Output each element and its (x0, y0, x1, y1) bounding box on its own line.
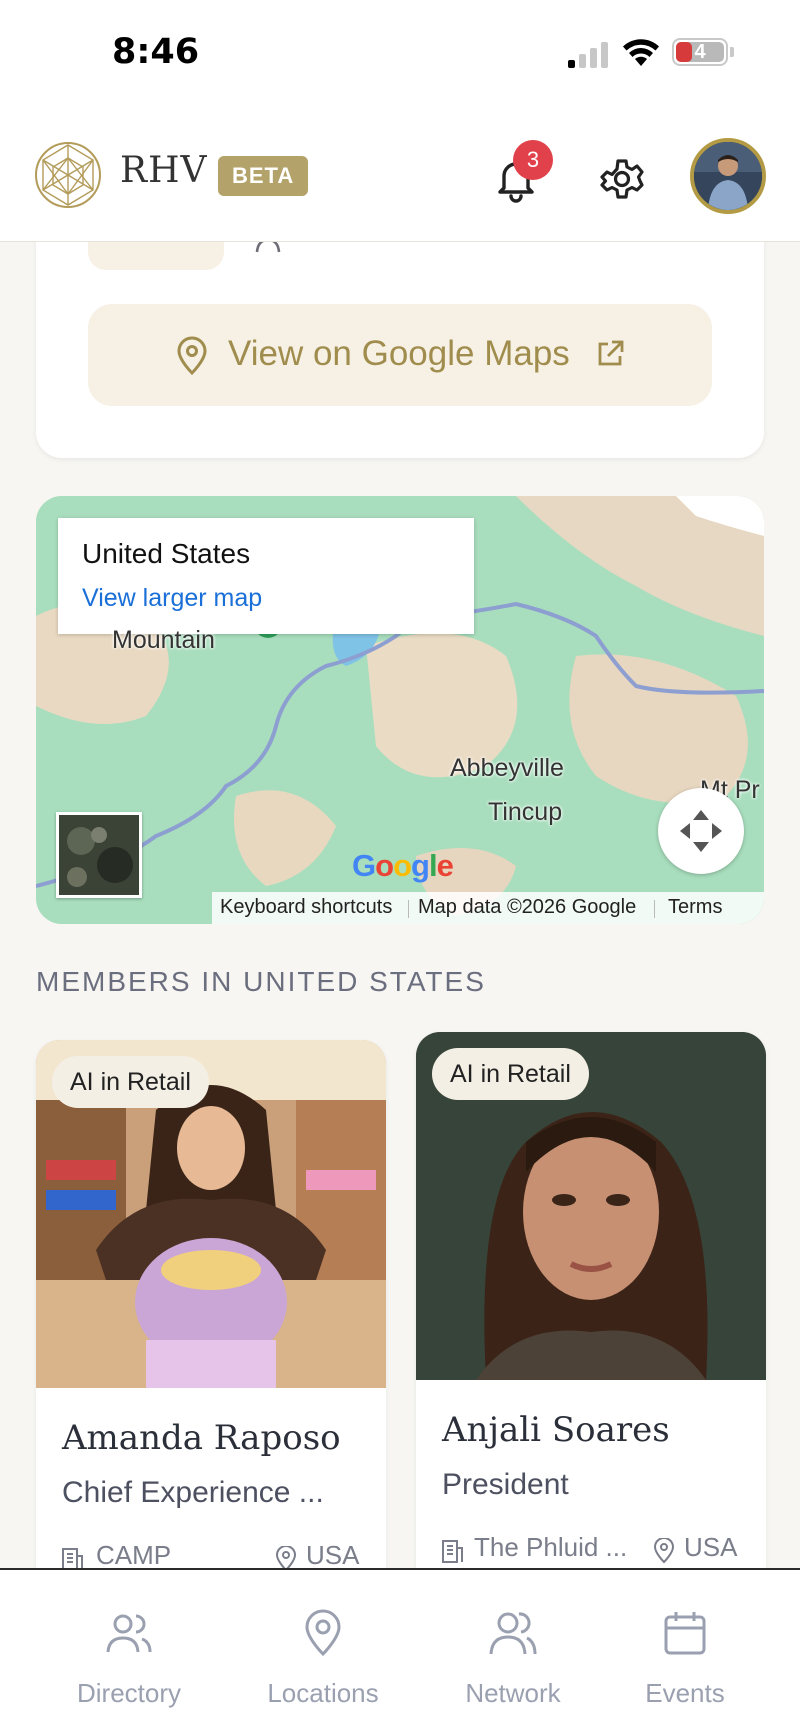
map-info-title: United States (82, 538, 251, 569)
notification-count-badge: 3 (513, 140, 553, 180)
status-time: 8:46 (112, 32, 200, 72)
brand-name: RHV (120, 150, 208, 191)
cellular-signal-icon (568, 42, 608, 68)
google-logo: Google (352, 848, 454, 883)
users-icon (106, 1614, 152, 1653)
nav-directory[interactable]: Directory (34, 1570, 224, 1732)
network-icon (489, 1612, 537, 1655)
member-title: Chief Experience ... (62, 1476, 324, 1509)
nav-label: Directory (76, 1678, 181, 1708)
external-link-icon (598, 340, 624, 366)
map-fullscreen-button[interactable] (658, 788, 744, 874)
user-avatar[interactable] (690, 138, 766, 214)
embedded-map[interactable]: United States View larger map Mountain A… (36, 496, 764, 924)
beta-badge: BETA (218, 156, 309, 196)
members-section-title: MEMBERS IN UNITED STATES (36, 966, 486, 997)
member-country: USA (306, 1540, 360, 1570)
nav-label: Network (465, 1678, 561, 1708)
member-title: President (442, 1468, 569, 1501)
member-name: Anjali Soares (442, 1410, 670, 1450)
battery-icon: 4 (672, 38, 728, 66)
map-attribution-bar: Keyboard shortcuts Map data ©2026 Google… (212, 892, 764, 924)
member-photo: AI in Retail (416, 1032, 766, 1380)
rhv-logo-icon[interactable] (33, 140, 103, 210)
member-country: USA (684, 1532, 738, 1562)
nav-network[interactable]: Network (418, 1570, 608, 1732)
fullscreen-arrows-icon (680, 810, 722, 852)
member-company: CAMP (96, 1540, 172, 1570)
wifi-icon (623, 39, 659, 66)
map-pin-icon (177, 336, 207, 376)
maps-button-label: View on Google Maps (228, 334, 570, 373)
member-company: The Phluid ... (474, 1532, 628, 1562)
nav-events[interactable]: Events (590, 1570, 780, 1732)
keyboard-shortcuts-link[interactable]: Keyboard shortcuts (220, 896, 392, 919)
member-name: Amanda Raposo (62, 1418, 341, 1458)
nav-locations[interactable]: Locations (228, 1570, 418, 1732)
member-card[interactable]: AI in Retail Anjali Soares President The… (416, 1032, 766, 1592)
status-bar: 8:46 4 (0, 0, 800, 110)
terms-link[interactable]: Terms (668, 896, 722, 919)
satellite-view-toggle[interactable] (56, 812, 142, 898)
map-place-label: Mountain (112, 626, 215, 654)
satellite-thumbnail (59, 815, 139, 895)
settings-gear-icon[interactable] (598, 154, 646, 202)
nav-label: Events (645, 1678, 725, 1708)
interest-tag: AI in Retail (432, 1048, 589, 1100)
bottom-navigation: Directory Locations Network Events (0, 1568, 800, 1732)
avatar-photo (694, 142, 762, 210)
map-place-label: Tincup (488, 798, 563, 826)
member-photo: AI in Retail (36, 1040, 386, 1388)
map-data-credit: Map data ©2026 Google (418, 896, 637, 918)
app-header: RHV BETA 3 (0, 110, 800, 242)
calendar-icon (664, 1612, 706, 1655)
company-building-icon (442, 1540, 463, 1563)
member-card[interactable]: AI in Retail Amanda Raposo Chief Experie… (36, 1040, 386, 1600)
battery-cap (730, 47, 734, 57)
nav-label: Locations (267, 1678, 379, 1708)
map-pin-icon (305, 1609, 341, 1657)
battery-percent: 4 (694, 41, 706, 63)
map-info-window: United States View larger map (58, 518, 474, 634)
map-place-label: Abbeyville (450, 754, 564, 782)
view-larger-map-link[interactable]: View larger map (82, 584, 262, 613)
location-pin-icon (653, 1538, 675, 1564)
interest-tag: AI in Retail (52, 1056, 209, 1108)
view-on-google-maps-button[interactable]: View on Google Maps (88, 304, 712, 406)
